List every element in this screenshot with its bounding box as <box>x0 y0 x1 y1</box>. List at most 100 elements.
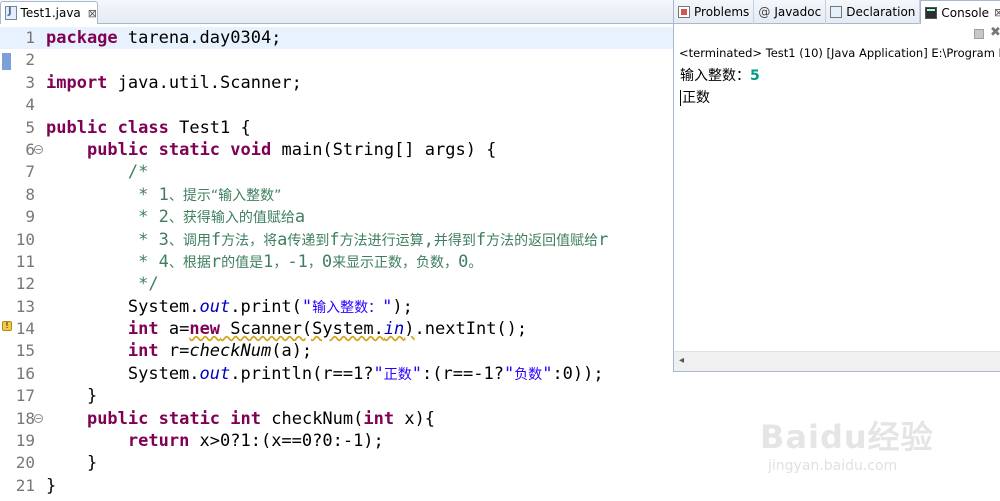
code-token: System. <box>46 363 200 384</box>
code-token: public <box>86 139 149 160</box>
fold-toggle-icon[interactable]: − <box>34 144 43 154</box>
code-line[interactable]: 16 System.out.println(r==1?"正数":(r==-1?"… <box>0 363 673 385</box>
code-line[interactable]: 13 System.out.print("输入整数："); <box>0 296 673 318</box>
code-token: tarena.day0304; <box>117 28 282 48</box>
code-token: .nextInt(); <box>414 319 528 340</box>
tab-javadoc[interactable]: @ Javadoc <box>754 0 827 24</box>
code-text: } <box>46 475 56 497</box>
scroll-left-icon[interactable]: ◂ <box>679 355 684 366</box>
code-text: * 3、调用f方法，将a传递到f方法进行运算,并得到f方法的返回值赋给r <box>46 229 608 252</box>
console-status: <terminated> Test1 (10) [Java Applicatio… <box>679 46 1000 60</box>
code-text: return x>0?1:(x==0?0:-1); <box>46 430 384 452</box>
tab-label: Problems <box>694 5 750 19</box>
line-number: 3 <box>25 72 35 92</box>
code-token: checkNum( <box>261 408 364 429</box>
code-line[interactable]: 10 * 3、调用f方法，将a传递到f方法进行运算,并得到f方法的返回值赋给r <box>0 229 673 251</box>
code-line[interactable]: 14 int a=new Scanner(System.in).nextInt(… <box>0 318 673 340</box>
tab-declaration[interactable]: Declaration <box>826 0 921 24</box>
code-line[interactable]: 18− public static int checkNum(int x){ <box>0 408 673 430</box>
code-line[interactable]: 21} <box>0 475 673 497</box>
code-token: Scanner(System. <box>220 319 384 340</box>
code-text: } <box>46 385 97 407</box>
code-text: /* <box>46 161 148 183</box>
fold-toggle-icon[interactable]: − <box>34 413 43 423</box>
code-line[interactable]: 19 return x>0?1:(x==0?0:-1); <box>0 430 673 452</box>
code-token: * 1、提示“输入整数” <box>46 184 282 205</box>
console-prompt-text: 输入整数： <box>680 68 750 84</box>
code-line[interactable]: 5 public class Test1 { <box>0 117 673 139</box>
remove-launch-button[interactable]: ✖ <box>990 25 1000 40</box>
code-token: java.util.Scanner; <box>107 72 302 93</box>
code-token: x>0?1:(x==0?0:-1); <box>189 431 384 452</box>
code-text: * 2、获得输入的值赋给a <box>46 206 305 229</box>
line-number: 10 <box>15 229 35 249</box>
line-number: 11 <box>15 251 35 271</box>
code-token: } <box>46 475 57 496</box>
code-token: } <box>46 453 98 474</box>
line-number: 6 <box>25 139 35 159</box>
code-line[interactable]: 12 */ <box>0 273 673 295</box>
code-token: int <box>230 408 262 429</box>
code-line[interactable]: 15 int r=checkNum(a); <box>0 340 673 362</box>
code-line[interactable]: 20 } <box>0 452 673 474</box>
code-token: ); <box>392 296 413 317</box>
tab-label: Javadoc <box>774 5 822 19</box>
close-tab-icon[interactable]: ⊠ <box>88 7 97 20</box>
code-line[interactable]: 3 import java.util.Scanner; <box>0 72 673 94</box>
code-token: static <box>158 408 221 429</box>
code-line[interactable]: 11 * 4、根据r的值是1，-1，0来显示正数，负数，0。 <box>0 251 673 273</box>
code-line[interactable]: 7 /* <box>0 161 673 183</box>
code-text: */ <box>46 273 158 295</box>
code-line[interactable]: 1 package tarena.day0304; <box>0 27 673 50</box>
line-number: 21 <box>15 475 35 495</box>
code-token: .println(r==1? <box>230 363 374 384</box>
code-token: class <box>117 117 169 138</box>
line-number: 2 <box>25 50 35 70</box>
code-area[interactable]: 1 package tarena.day0304; 2 3 import java.ut… <box>0 27 673 497</box>
close-tab-icon[interactable]: ⊠ <box>994 6 1000 19</box>
terminate-button[interactable] <box>974 29 984 39</box>
code-line[interactable]: 17 } <box>0 385 673 407</box>
tab-console[interactable]: Console ⊠ <box>920 0 1000 24</box>
code-token: static <box>158 139 221 160</box>
code-line[interactable]: 6− public static void main(String[] args… <box>0 139 673 161</box>
editor-pane: Test1.java ⊠ 1package tarena.day0304;23i… <box>0 0 673 501</box>
code-line[interactable]: 8 * 1、提示“输入整数” <box>0 184 673 206</box>
code-text: } <box>46 452 97 474</box>
code-line[interactable]: 9 * 2、获得输入的值赋给a <box>0 206 673 228</box>
tab-label: Declaration <box>846 5 916 19</box>
problems-icon <box>678 6 690 18</box>
tab-label: Console <box>941 5 990 20</box>
code-token: r= <box>158 341 190 362</box>
line-number: 18 <box>15 408 35 428</box>
line-number: 5 <box>25 117 35 137</box>
horizontal-scrollbar[interactable]: ◂ <box>674 351 1000 371</box>
console-result-text: 正数 <box>682 90 710 106</box>
console-line-prompt: 输入整数：5 <box>680 65 760 87</box>
line-number: 9 <box>25 207 35 227</box>
code-token: import <box>46 72 108 93</box>
code-token: int <box>127 319 159 340</box>
editor-tab-test1[interactable]: Test1.java ⊠ <box>0 1 98 24</box>
code-token: * 2、获得输入的值赋给a <box>46 207 306 228</box>
console-output[interactable]: 输入整数：5 正数 <box>680 65 760 109</box>
code-text: System.out.println(r==1?"正数":(r==-1?"负数"… <box>46 363 604 386</box>
console-line-result: 正数 <box>680 87 760 109</box>
code-text: int r=checkNum(a); <box>46 340 312 362</box>
line-number: 8 <box>25 184 35 204</box>
tab-problems[interactable]: Problems <box>674 0 755 24</box>
code-line[interactable]: 2 <box>0 49 673 71</box>
watermark-logo: Baidu经验 <box>760 418 934 456</box>
line-number: 13 <box>15 296 35 316</box>
line-number: 16 <box>15 363 35 383</box>
code-line[interactable]: 4 <box>0 94 673 116</box>
warning-icon[interactable]: ! <box>2 321 12 331</box>
line-number: 1 <box>25 28 35 47</box>
code-token: Test1 { <box>168 117 251 138</box>
